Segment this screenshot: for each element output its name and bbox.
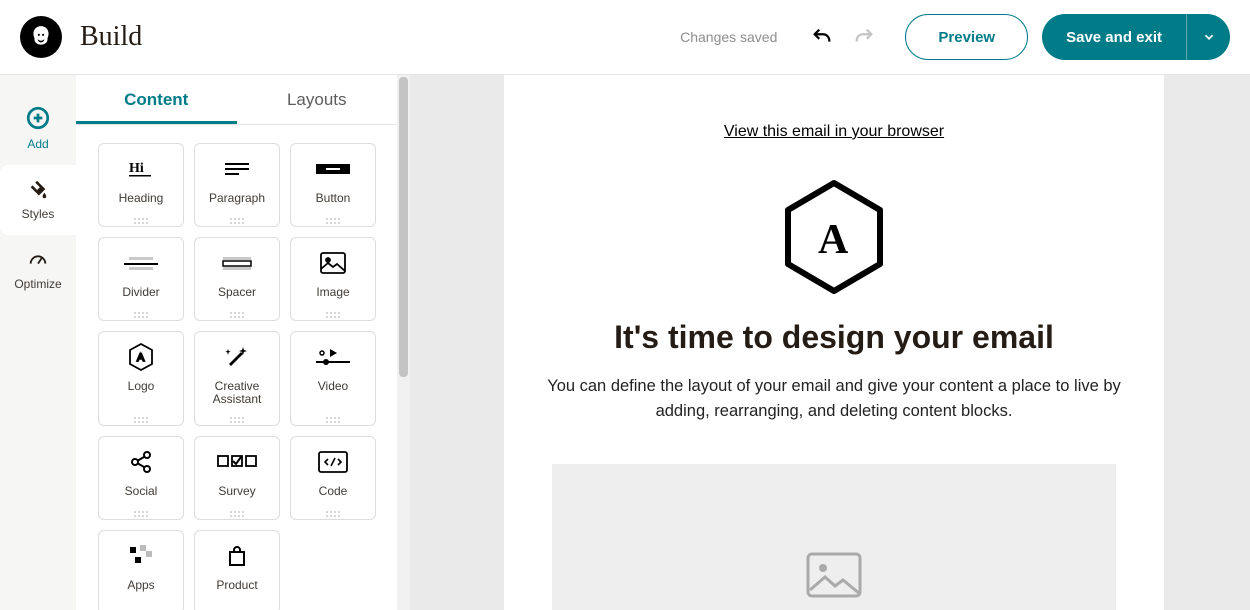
grip-icon [134, 511, 148, 513]
share-icon [129, 450, 153, 474]
grip-icon [230, 218, 244, 220]
code-icon [318, 451, 348, 473]
rail-add-label: Add [27, 137, 48, 151]
grip-icon [230, 312, 244, 314]
block-survey[interactable]: Survey [194, 436, 280, 520]
save-exit-group: Save and exit [1042, 14, 1230, 60]
image-placeholder-icon [806, 552, 862, 598]
block-button[interactable]: Button [290, 143, 376, 227]
email-canvas[interactable]: View this email in your browser A It's t… [504, 75, 1164, 610]
grip-icon [134, 312, 148, 314]
save-exit-dropdown[interactable] [1186, 14, 1230, 60]
redo-icon [853, 26, 875, 48]
undo-button[interactable] [807, 22, 837, 52]
block-heading[interactable]: Hi Heading [98, 143, 184, 227]
block-spacer[interactable]: Spacer [194, 237, 280, 321]
tab-content[interactable]: Content [76, 75, 237, 124]
block-apps[interactable]: Apps [98, 530, 184, 610]
svg-text:Hi: Hi [129, 161, 144, 176]
block-label: Video [318, 380, 348, 393]
block-label: Heading [119, 192, 164, 205]
grip-icon [230, 511, 244, 513]
logo-hex-icon: A [128, 343, 154, 371]
block-paragraph[interactable]: Paragraph [194, 143, 280, 227]
hexagon-a-icon: A [782, 179, 886, 295]
save-status: Changes saved [680, 29, 777, 45]
block-code[interactable]: Code [290, 436, 376, 520]
rail-add[interactable]: Add [0, 91, 76, 165]
grip-icon [326, 511, 340, 513]
brand-area: Build [20, 16, 142, 58]
scrollbar-thumb[interactable] [399, 77, 408, 377]
rail-styles[interactable]: Styles [0, 165, 76, 235]
block-label: Social [125, 485, 158, 498]
block-label: Survey [218, 485, 255, 498]
spacer-icon [220, 254, 254, 272]
grip-icon [326, 218, 340, 220]
email-logo[interactable]: A [504, 179, 1164, 295]
grip-icon [326, 312, 340, 314]
view-in-browser-link[interactable]: View this email in your browser [504, 123, 1164, 141]
block-divider[interactable]: Divider [98, 237, 184, 321]
plus-circle-icon [25, 105, 51, 131]
block-label: Spacer [218, 286, 256, 299]
email-canvas-wrap: View this email in your browser A It's t… [410, 75, 1250, 610]
email-body-text[interactable]: You can define the layout of your email … [534, 374, 1134, 424]
tab-layouts[interactable]: Layouts [237, 75, 398, 124]
panel-tabs: Content Layouts [76, 75, 397, 125]
block-label: Button [316, 192, 351, 205]
rail-styles-label: Styles [22, 207, 55, 221]
grip-icon [134, 218, 148, 220]
block-label: Paragraph [209, 192, 265, 205]
divider-icon [124, 254, 158, 272]
monkey-icon [28, 24, 54, 50]
redo-button[interactable] [849, 22, 879, 52]
blocks-scroll[interactable]: Hi Heading Paragraph Button Divider [76, 125, 397, 610]
wand-icon [224, 345, 250, 369]
svg-text:A: A [818, 217, 849, 263]
page-title: Build [80, 21, 142, 53]
left-rail: Add Styles Optimize [0, 75, 76, 610]
mailchimp-logo [20, 16, 62, 58]
block-label: Image [316, 286, 349, 299]
paint-bucket-icon [27, 179, 49, 201]
apps-grid-icon [128, 545, 154, 567]
block-label: Logo [128, 380, 155, 393]
blocks-panel: Content Layouts Hi Heading Paragraph But… [76, 75, 397, 610]
rail-optimize-label: Optimize [14, 277, 61, 291]
undo-icon [811, 26, 833, 48]
grip-icon [134, 417, 148, 419]
shopping-bag-icon [225, 544, 249, 568]
preview-button[interactable]: Preview [905, 14, 1028, 60]
block-creative-assistant[interactable]: Creative Assistant [194, 331, 280, 426]
svg-text:A: A [137, 352, 145, 364]
chevron-down-icon [1202, 30, 1216, 44]
grip-icon [230, 417, 244, 419]
rail-optimize[interactable]: Optimize [0, 235, 76, 305]
panel-scrollbar[interactable] [397, 75, 410, 610]
block-video[interactable]: Video [290, 331, 376, 426]
survey-icon [217, 454, 257, 470]
video-icon [316, 347, 350, 367]
block-label: Divider [122, 286, 159, 299]
block-label: Product [216, 579, 257, 592]
block-label: Apps [127, 579, 154, 592]
block-label: Creative Assistant [195, 380, 279, 406]
email-image-placeholder[interactable] [552, 464, 1116, 610]
gauge-icon [27, 249, 49, 271]
block-product[interactable]: Product [194, 530, 280, 610]
blocks-grid: Hi Heading Paragraph Button Divider [98, 143, 397, 610]
image-icon [320, 252, 346, 274]
block-label: Code [319, 485, 348, 498]
save-exit-button[interactable]: Save and exit [1042, 14, 1186, 60]
email-heading[interactable]: It's time to design your email [504, 319, 1164, 356]
app-header: Build Changes saved Preview Save and exi… [0, 0, 1250, 75]
block-social[interactable]: Social [98, 436, 184, 520]
paragraph-icon [222, 158, 252, 180]
block-image[interactable]: Image [290, 237, 376, 321]
grip-icon [326, 417, 340, 419]
button-icon [316, 162, 350, 176]
block-logo[interactable]: A Logo [98, 331, 184, 426]
heading-icon: Hi [126, 158, 156, 180]
